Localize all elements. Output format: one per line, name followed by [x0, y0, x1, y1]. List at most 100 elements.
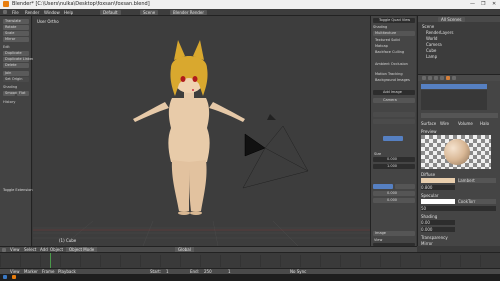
outliner-item-world[interactable]: World — [426, 36, 437, 41]
viewport-scene — [33, 40, 370, 246]
material-slot-list[interactable] — [421, 90, 487, 110]
emit-field[interactable]: 0.00 — [421, 220, 455, 225]
outliner-item-scene[interactable]: Scene — [422, 24, 434, 29]
edit-label: Edit — [3, 45, 10, 49]
menu-window[interactable]: Window — [44, 10, 60, 15]
duplicate-button[interactable]: Duplicate — [3, 51, 29, 56]
translate-button[interactable]: Translate — [3, 19, 29, 24]
x-offset-field[interactable]: 0.000 — [373, 191, 415, 196]
preview-section-label: Preview — [421, 129, 437, 134]
menu-help[interactable]: Help — [64, 10, 73, 15]
outliner-item-lamp[interactable]: Lamp — [426, 54, 437, 59]
diffuse-intensity-field[interactable]: 0.800 — [421, 185, 455, 190]
motion-tracking-checkbox[interactable]: Motion Tracking — [375, 72, 403, 76]
maximize-button[interactable]: ❐ — [481, 1, 485, 7]
front-toggle[interactable] — [373, 184, 393, 189]
flat-button[interactable]: Flat — [17, 91, 29, 96]
properties-editor: Surface Wire Volume Halo Preview Diffuse… — [417, 74, 500, 246]
opacity-field[interactable]: 1.000 — [373, 164, 415, 169]
translucency-field[interactable]: 0.000 — [421, 227, 455, 232]
backface-culling-checkbox[interactable]: Backface Culling — [375, 50, 404, 54]
hardness-field[interactable]: 50 — [421, 206, 496, 211]
scene-selector[interactable]: Scene — [140, 10, 159, 15]
blender-app-icon — [3, 1, 9, 7]
view-section-label: View — [374, 238, 383, 242]
blender-taskbar-icon[interactable] — [12, 275, 16, 279]
layout-selector[interactable]: Default — [100, 10, 121, 15]
outliner-header: All Scenes — [418, 16, 500, 22]
shading-section-label: Shading — [421, 214, 438, 219]
shading-label: Shading — [3, 85, 18, 89]
tab-wire[interactable]: Wire — [440, 121, 449, 126]
specular-shader-selector[interactable]: CookTorr — [458, 199, 496, 204]
delete-button[interactable]: Delete — [3, 63, 29, 68]
history-label: History — [3, 100, 16, 104]
object-tab-icon[interactable] — [440, 76, 444, 80]
set-origin-button[interactable]: Set Origin — [3, 77, 29, 82]
toggle-quad-view-button[interactable]: Toggle Quad View — [373, 18, 415, 23]
image-field[interactable] — [373, 112, 415, 117]
material-tab-icon[interactable] — [446, 76, 450, 80]
multitexture-selector[interactable]: Multitexture — [373, 31, 415, 36]
tab-halo[interactable]: Halo — [480, 121, 489, 126]
texture-tab-icon[interactable] — [452, 76, 456, 80]
y-offset-field[interactable]: 0.000 — [373, 198, 415, 203]
timeline-current-frame[interactable] — [50, 253, 51, 269]
render-tab-icon[interactable] — [422, 76, 426, 80]
editor-type-icon[interactable] — [3, 10, 7, 14]
camera-object[interactable] — [242, 114, 309, 189]
render-engine-selector[interactable]: Blender Render — [170, 10, 208, 15]
tab-volume[interactable]: Volume — [458, 121, 473, 126]
3d-viewport[interactable]: User Ortho (1) Cube — [33, 16, 370, 246]
size-field[interactable]: 0.000 — [373, 157, 415, 162]
diffuse-color-swatch[interactable] — [421, 178, 455, 183]
add-image-button[interactable]: Add Image — [373, 90, 415, 95]
ambient-occlusion-checkbox[interactable]: Ambient Occlusion — [375, 62, 408, 66]
menu-file[interactable]: File — [12, 10, 19, 15]
material-preview-sphere — [444, 139, 470, 165]
material-slot-selected[interactable] — [421, 84, 487, 89]
start-icon[interactable] — [3, 275, 7, 279]
image-type-toggle[interactable] — [383, 136, 403, 141]
join-button[interactable]: Join — [3, 71, 29, 76]
image-dropdown[interactable]: Image — [373, 231, 415, 236]
toggle-extension-label[interactable]: Toggle Extension — [3, 188, 33, 192]
size-label: Size — [374, 152, 382, 156]
textured-solid-checkbox[interactable]: Textured Solid — [375, 38, 400, 42]
material-datablock[interactable] — [421, 113, 498, 118]
outliner-item-renderlayers[interactable]: RenderLayers — [426, 30, 453, 35]
os-taskbar — [0, 274, 500, 281]
specular-section-label: Specular — [421, 193, 439, 198]
smooth-button[interactable]: Smooth — [3, 91, 19, 96]
rotate-button[interactable]: Rotate — [3, 25, 29, 30]
info-header: File Render Window Help Default Scene Bl… — [0, 9, 500, 16]
properties-tabs — [418, 75, 500, 81]
scene-tab-icon[interactable] — [428, 76, 432, 80]
timeline[interactable] — [0, 252, 500, 269]
scale-button[interactable]: Scale — [3, 31, 29, 36]
back-toggle[interactable] — [395, 184, 415, 189]
tool-shelf: Translate Rotate Scale Mirror Edit Dupli… — [0, 16, 34, 246]
diffuse-shader-selector[interactable]: Lambert — [458, 178, 496, 183]
camera-mode-selector[interactable]: Camera — [373, 98, 415, 103]
specular-color-swatch[interactable] — [421, 199, 455, 204]
outliner-display-mode[interactable]: All Scenes — [438, 17, 465, 22]
image-file-field[interactable] — [373, 119, 415, 124]
close-button[interactable]: ✕ — [492, 1, 496, 7]
matcap-checkbox[interactable]: Matcap — [375, 44, 388, 48]
duplicate-linked-button[interactable]: Duplicate Linked — [3, 57, 34, 62]
window-title: Blender* [C:\Users\nulka\Desktop\foxsan\… — [12, 1, 150, 7]
shading-section-label: Shading — [373, 25, 388, 29]
floor-grid — [33, 220, 370, 246]
menu-render[interactable]: Render — [25, 10, 39, 15]
outliner-item-cube[interactable]: Cube — [426, 48, 436, 53]
world-tab-icon[interactable] — [434, 76, 438, 80]
character-model[interactable] — [133, 40, 245, 215]
minimize-button[interactable]: — — [470, 1, 475, 7]
outliner-item-camera[interactable]: Camera — [426, 42, 442, 47]
tab-surface[interactable]: Surface — [421, 121, 436, 126]
selected-object-label: (1) Cube — [59, 238, 77, 243]
diffuse-section-label: Diffuse — [421, 172, 436, 177]
mirror-button[interactable]: Mirror — [3, 37, 29, 42]
background-images-checkbox[interactable]: Background Images — [375, 78, 410, 82]
